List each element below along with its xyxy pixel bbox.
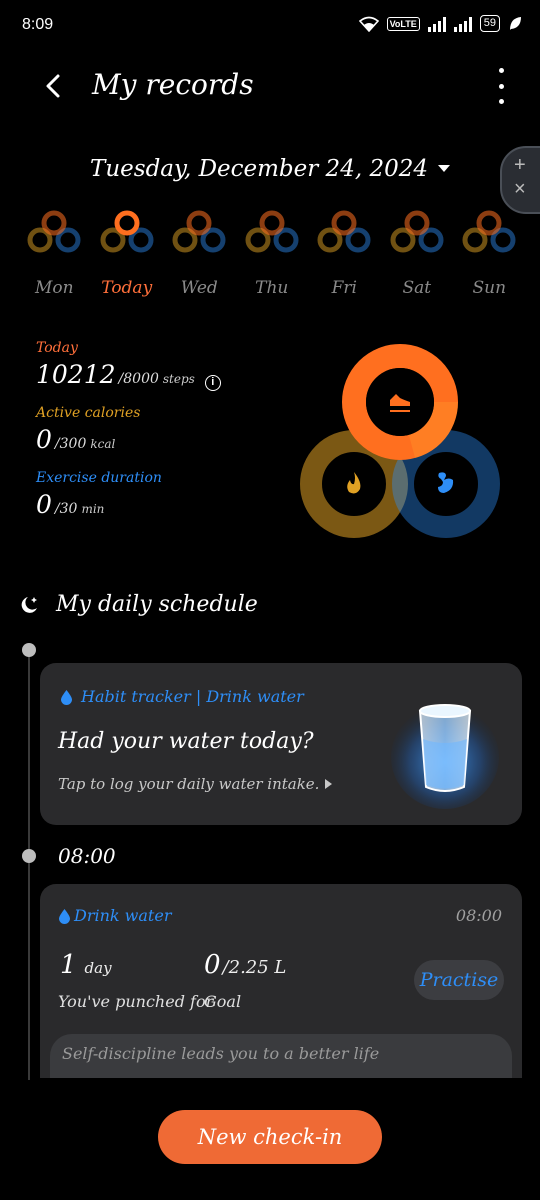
battery-icon: 59 bbox=[479, 15, 500, 32]
wifi-icon bbox=[358, 16, 379, 32]
habit-subtitle: Tap to log your daily water intake. bbox=[58, 775, 333, 793]
day-rings-icon bbox=[317, 210, 371, 253]
habit-tag-label: Habit tracker | Drink water bbox=[81, 687, 304, 706]
leaf-icon bbox=[510, 16, 521, 30]
streak-unit: day bbox=[84, 959, 112, 977]
day-wed[interactable]: Wed bbox=[163, 206, 236, 298]
back-button[interactable] bbox=[34, 66, 74, 106]
page-title: My records bbox=[92, 68, 254, 101]
section-title: My daily schedule bbox=[56, 592, 258, 617]
chevron-left-icon bbox=[46, 74, 60, 98]
timeline-line bbox=[28, 650, 30, 1080]
schedule-time-label: 08:00 bbox=[58, 844, 116, 868]
day-rings-icon bbox=[462, 210, 516, 253]
water-drop-icon bbox=[59, 908, 70, 924]
day-label: Sun bbox=[472, 278, 507, 298]
signal-icon-1 bbox=[427, 16, 446, 32]
day-sun[interactable]: Sun bbox=[453, 206, 526, 298]
drink-water-card[interactable]: Drink water 08:00 1 day You've punched f… bbox=[40, 884, 522, 1078]
calories-row: 0 /300 kcal bbox=[36, 425, 286, 454]
status-bar: 8:09 VoLTE 59 bbox=[0, 0, 540, 52]
day-rings-icon bbox=[27, 210, 81, 253]
habit-title: Had your water today? bbox=[58, 729, 314, 754]
day-fri[interactable]: Fri bbox=[308, 206, 381, 298]
water-glass-icon bbox=[391, 704, 499, 809]
floating-calculator-button[interactable]: + × bbox=[500, 146, 540, 214]
activity-stats: Today 10212 /8000 steps i Active calorie… bbox=[36, 340, 286, 535]
activity-rings[interactable] bbox=[296, 340, 516, 550]
day-label: Mon bbox=[34, 278, 74, 298]
goal-value: 0 bbox=[204, 950, 221, 980]
new-check-in-button[interactable]: New check-in bbox=[158, 1110, 382, 1164]
day-today[interactable]: Today bbox=[91, 206, 164, 298]
habit-tag: Habit tracker | Drink water bbox=[60, 687, 304, 706]
caret-down-icon bbox=[437, 165, 450, 172]
exercise-target: /30 bbox=[54, 501, 78, 517]
water-card-tag-label: Drink water bbox=[74, 906, 172, 925]
day-label: Today bbox=[101, 278, 153, 298]
volte-badge: VoLTE bbox=[386, 16, 420, 31]
timeline-dot bbox=[22, 643, 36, 657]
schedule-header: My daily schedule bbox=[18, 592, 258, 617]
info-icon[interactable]: i bbox=[204, 375, 221, 391]
water-card-tag: Drink water bbox=[58, 906, 171, 925]
day-thu[interactable]: Thu bbox=[236, 206, 309, 298]
week-strip: Mon Today Wed Thu Fri Sat Sun bbox=[18, 206, 526, 298]
day-label: Wed bbox=[180, 278, 218, 298]
goal-caption: Goal bbox=[204, 992, 242, 1011]
status-icons: VoLTE 59 bbox=[358, 15, 522, 32]
day-label: Thu bbox=[255, 278, 289, 298]
streak-days: 1 day bbox=[60, 950, 112, 980]
steps-value: 10212 bbox=[36, 360, 116, 389]
motto-text: Self-discipline leads you to a better li… bbox=[50, 1034, 512, 1078]
status-time: 8:09 bbox=[22, 16, 54, 33]
day-sat[interactable]: Sat bbox=[381, 206, 454, 298]
water-card-time: 08:00 bbox=[455, 906, 502, 925]
steps-target: /8000 bbox=[118, 371, 159, 387]
day-rings-icon bbox=[100, 210, 154, 253]
day-mon[interactable]: Mon bbox=[18, 206, 91, 298]
exercise-unit: min bbox=[81, 502, 105, 516]
timeline-dot bbox=[22, 849, 36, 863]
day-label: Sat bbox=[402, 278, 432, 298]
signal-icon-2 bbox=[453, 16, 472, 32]
exercise-label: Exercise duration bbox=[36, 470, 162, 486]
day-rings-icon bbox=[172, 210, 226, 253]
moon-star-icon bbox=[21, 596, 37, 613]
calories-label: Active calories bbox=[36, 405, 141, 421]
exercise-value: 0 bbox=[36, 490, 52, 519]
date-picker[interactable]: Tuesday, December 24, 2024 bbox=[0, 156, 540, 182]
goal-target: /2.25 L bbox=[222, 957, 287, 978]
day-rings-icon bbox=[245, 210, 299, 253]
plus-icon: + bbox=[514, 154, 526, 176]
calories-unit: kcal bbox=[90, 437, 116, 451]
day-rings-icon bbox=[390, 210, 444, 253]
water-drop-icon bbox=[61, 689, 72, 705]
play-icon bbox=[325, 779, 333, 789]
exercise-row: 0 /30 min bbox=[36, 490, 286, 519]
more-options-button[interactable] bbox=[494, 68, 508, 104]
steps-unit: steps bbox=[162, 372, 195, 386]
steps-row: 10212 /8000 steps i bbox=[36, 360, 286, 391]
calories-target: /300 bbox=[54, 436, 87, 452]
day-label: Fri bbox=[331, 278, 357, 298]
app-header: My records bbox=[0, 60, 540, 120]
streak-value: 1 bbox=[60, 950, 77, 980]
date-label: Tuesday, December 24, 2024 bbox=[90, 156, 428, 182]
steps-label: Today bbox=[36, 340, 78, 356]
calories-value: 0 bbox=[36, 425, 52, 454]
water-goal: 0 /2.25 L bbox=[204, 950, 286, 980]
practise-button[interactable]: Practise bbox=[414, 960, 504, 1000]
habit-tracker-card[interactable]: Habit tracker | Drink water Had your wat… bbox=[40, 663, 522, 825]
habit-subtitle-text: Tap to log your daily water intake. bbox=[58, 775, 320, 793]
streak-caption: You've punched for bbox=[58, 992, 214, 1011]
times-icon: × bbox=[514, 178, 526, 200]
